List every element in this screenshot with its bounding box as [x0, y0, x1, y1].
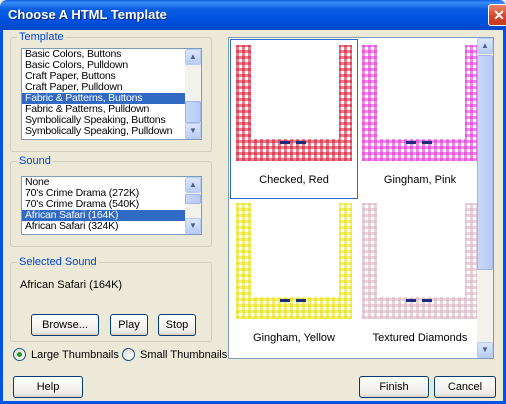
- sound-group: Sound None 70's Crime Drama (272K) 70's Cr…: [10, 155, 212, 247]
- play-button[interactable]: Play: [110, 314, 148, 336]
- close-icon: ✕: [493, 7, 505, 23]
- scroll-down-button[interactable]: ▼: [477, 342, 493, 358]
- template-group-label: Template: [17, 31, 66, 43]
- large-thumbnails-label: Large Thumbnails: [31, 348, 119, 361]
- sound-scrollbar[interactable]: ▲ ▼: [185, 177, 201, 234]
- thumbnail-caption: Gingham, Yellow: [253, 332, 335, 344]
- large-thumbnails-radio[interactable]: Large Thumbnails: [13, 348, 119, 361]
- thumbnail-caption: Checked, Red: [259, 174, 329, 186]
- window-title: Choose A HTML Template: [8, 7, 167, 22]
- small-thumbnails-label: Small Thumbnails: [140, 348, 228, 361]
- radio-unchecked-icon: [122, 348, 135, 361]
- scroll-down-button[interactable]: ▼: [185, 218, 201, 234]
- scroll-down-button[interactable]: ▼: [185, 123, 201, 139]
- cancel-button[interactable]: Cancel: [434, 376, 496, 398]
- template-thumbnail[interactable]: Textured Diamonds: [357, 198, 483, 356]
- sound-listbox[interactable]: None 70's Crime Drama (272K) 70's Crime Dr…: [21, 176, 202, 235]
- stop-button[interactable]: Stop: [158, 314, 196, 336]
- template-thumbnail[interactable]: Checked, Red: [230, 39, 358, 199]
- small-thumbnails-radio[interactable]: Small Thumbnails: [122, 348, 227, 361]
- thumbnail-image: [236, 203, 352, 319]
- thumbnail-caption: Gingham, Pink: [383, 174, 457, 186]
- scroll-thumb[interactable]: [477, 55, 493, 270]
- scroll-thumb[interactable]: [185, 101, 201, 123]
- thumbnail-scrollbar[interactable]: ▲ ▼: [477, 38, 493, 358]
- dialog-body: Template Basic Colors, Buttons Basic Colo…: [0, 30, 506, 404]
- selected-sound-group-label: Selected Sound: [17, 256, 99, 268]
- list-item[interactable]: African Safari (324K): [22, 221, 201, 232]
- selected-sound-value: African Safari (164K): [20, 279, 123, 291]
- help-button[interactable]: Help: [13, 376, 83, 398]
- thumbnail-image: [362, 203, 478, 319]
- browse-button[interactable]: Browse...: [31, 314, 99, 336]
- scroll-thumb[interactable]: [185, 194, 201, 204]
- template-thumbnail[interactable]: Gingham, Pink: [357, 40, 483, 198]
- list-item[interactable]: Symbolically Speaking, Pulldown: [22, 126, 201, 137]
- scroll-up-button[interactable]: ▲: [477, 38, 493, 54]
- sound-group-label: Sound: [17, 155, 53, 167]
- radio-checked-icon: [13, 348, 26, 361]
- thumbnail-image: [236, 45, 352, 161]
- finish-button[interactable]: Finish: [359, 376, 429, 398]
- template-scrollbar[interactable]: ▲ ▼: [185, 49, 201, 139]
- template-thumbnail[interactable]: Gingham, Yellow: [231, 198, 357, 356]
- scroll-up-button[interactable]: ▲: [185, 177, 201, 193]
- template-listbox[interactable]: Basic Colors, Buttons Basic Colors, Pulld…: [21, 48, 202, 140]
- close-button[interactable]: ✕: [488, 4, 506, 26]
- thumbnail-caption: Textured Diamonds: [372, 332, 468, 344]
- title-bar: Choose A HTML Template ✕: [0, 0, 506, 30]
- template-group: Template Basic Colors, Buttons Basic Colo…: [10, 31, 212, 152]
- thumbnail-image: [362, 45, 478, 161]
- selected-sound-group: Selected Sound African Safari (164K) Bro…: [10, 256, 212, 342]
- scroll-up-button[interactable]: ▲: [185, 49, 201, 65]
- thumbnail-panel: Checked, Red Gingham, Pink Gingham, Yellow…: [228, 37, 494, 359]
